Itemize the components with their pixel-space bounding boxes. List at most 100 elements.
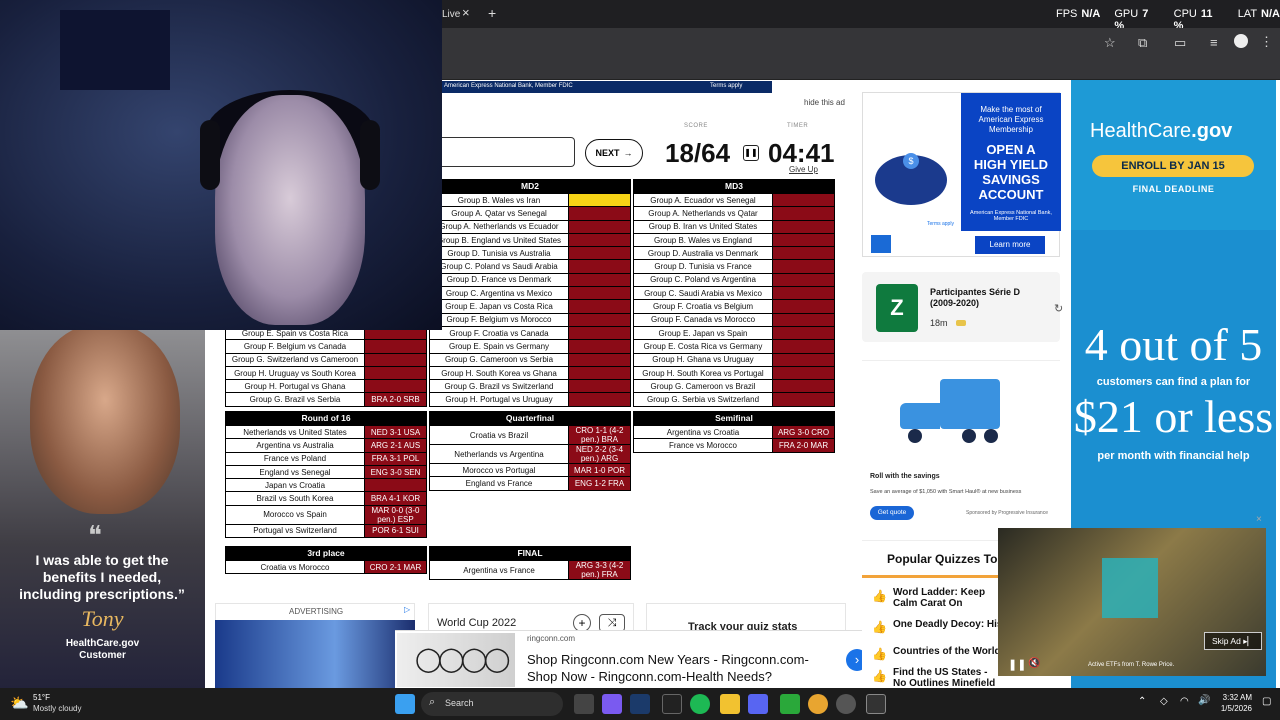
testimonial-ad[interactable]: ❝ I was able to get the benefits I neede… [0,324,205,688]
cast-icon[interactable]: ▭ [1174,35,1186,51]
serie-d-card[interactable]: Z Participantes Série D (2009-2020) 18m … [862,272,1063,342]
table-row: Group D. France vs Denmark [429,272,631,288]
answer-cell: POR 6-1 SUI [364,523,427,539]
table-row: Group C. Poland vs Argentina [633,272,835,288]
table-row: Brazil vs South Korea BRA 4-1 KOR [225,491,427,506]
refresh-icon[interactable]: ↻ [1054,302,1063,315]
top-ad-terms[interactable]: Terms apply [710,83,742,89]
thumbs-up-icon: 👍 [872,589,887,603]
hide-ad-link[interactable]: hide this ad [804,98,845,107]
serie-d-title[interactable]: Participantes Série D (2009-2020) [930,287,1040,309]
coin-icon: $ [903,153,919,169]
table-row: England vs Senegal ENG 3-0 SEN [225,464,427,480]
answer-input[interactable] [442,137,575,167]
table-row: England vs France ENG 1-2 FRA [429,476,631,491]
serie-d-logo: Z [876,284,918,332]
amex-ad[interactable]: $ Make the most of American Express Memb… [862,92,1061,257]
pause-icon[interactable]: ❚❚ [1008,658,1026,671]
steam-icon[interactable] [630,694,650,714]
table-row: Argentina vs Australia ARG 2-1 AUS [225,438,427,453]
car-ad-image[interactable] [215,620,415,688]
video-ad[interactable]: Skip Ad ▸▏ ❚❚ 🔇 Active ETFs from T. Rowe… [998,528,1266,676]
spotify-icon[interactable] [690,694,710,714]
search-icon: ⌕ [429,696,436,708]
file-explorer-icon[interactable] [720,694,740,714]
answer-cell [772,339,835,354]
final-title: FINAL [429,546,631,560]
epic-games-icon[interactable] [662,694,682,714]
new-tab-button[interactable]: + [488,5,496,21]
match-cell: Group G. Switzerland vs Cameroon [225,352,365,367]
xbox-icon[interactable] [780,694,800,714]
table-row: Group E. Spain vs Germany [429,339,631,354]
close-icon[interactable]: × [1256,514,1262,525]
popular-item[interactable]: Find the US States - No Outlines Minefie… [893,667,1001,688]
table-row: Argentina vs Croatia ARG 3-0 CRO [633,424,835,440]
popular-item[interactable]: Countries of the World [893,646,1001,657]
menu-icon[interactable]: ⋮ [1260,34,1273,50]
popular-title: Popular Quizzes To [887,552,998,566]
amex-headline: OPEN A HIGH YIELD SAVINGS ACCOUNT [973,142,1049,202]
clock-date[interactable]: 1/5/2026 [1216,704,1252,713]
match-cell: Group E. Spain vs Germany [429,339,569,354]
testimonial-quote: I was able to get the benefits I needed,… [19,552,185,602]
popular-item[interactable]: Word Ladder: Keep Calm Carat On [893,587,1001,609]
mute-icon[interactable]: 🔇 [1028,658,1040,669]
task-view-icon[interactable] [574,694,594,714]
give-up-link[interactable]: Give Up [789,165,818,174]
ringconn-headline[interactable]: Shop Ringconn.com New Years - Ringconn.c… [527,651,827,685]
answer-cell [772,365,835,381]
pause-icon[interactable]: ❚❚ [743,145,759,161]
network-icon[interactable]: ◇ [1160,696,1168,707]
healthcare-sub2: per month with financial help [1097,450,1250,462]
answer-cell [772,325,835,341]
chevron-up-icon[interactable]: ⌃ [1138,696,1146,707]
match-cell: France vs Poland [225,451,365,466]
adchoices-icon[interactable]: ▷ [404,605,410,614]
get-quote-button[interactable]: Get quote [870,506,914,520]
video-figure [1102,558,1158,618]
deadline-text: FINAL DEADLINE [1132,184,1215,194]
answer-cell [772,259,835,274]
popular-item[interactable]: One Deadly Decoy: Histo [893,619,1002,630]
md3-table: MD3 Group A. Ecuador vs Senegal Group A. … [633,179,835,407]
start-icon[interactable] [395,694,415,714]
star-icon[interactable]: ☆ [1104,35,1116,51]
learn-more-button[interactable]: Learn more [975,236,1045,254]
quiz-card-title[interactable]: World Cup 2022 [437,617,516,629]
match-cell: Group H. Portugal vs Uruguay [429,392,569,407]
answer-cell [568,286,631,301]
clock-time[interactable]: 3:32 AM [1218,693,1252,702]
progressive-ad[interactable]: Roll with the savings Save an average of… [862,360,1060,525]
chrome-icon[interactable] [808,694,828,714]
copilot-icon[interactable] [602,694,622,714]
answer-cell: BRA 4-1 KOR [364,491,427,506]
obs-icon[interactable] [836,694,856,714]
table-row: Group H. Ghana vs Uruguay [633,352,835,367]
table-row: Group G. Cameroon vs Serbia [429,352,631,367]
epic-games-icon[interactable] [866,694,886,714]
next-button[interactable]: NEXT → [585,139,643,167]
top-ad-strip[interactable]: American Express National Bank, Member F… [442,81,772,93]
match-cell: Group G. Brazil vs Serbia [225,392,365,407]
skip-ad-button[interactable]: Skip Ad ▸▏ [1204,632,1262,650]
reading-list-icon[interactable]: ≡ [1210,35,1218,50]
wifi-icon[interactable]: ◠ [1180,696,1189,707]
discord-icon[interactable] [748,694,768,714]
profile-icon[interactable] [1234,34,1248,48]
match-cell: Japan vs Croatia [225,478,365,493]
answer-cell [772,286,835,301]
ringconn-ad[interactable]: ◯◯◯◯ ringconn.com Shop Ringconn.com New … [395,629,875,688]
notifications-icon[interactable]: ▢ [1262,696,1271,707]
weather-icon[interactable]: ⛅ [10,694,29,712]
tab-title[interactable]: Live [442,9,460,20]
taskbar-search[interactable]: ⌕ Search [421,692,563,716]
answer-cell [568,365,631,381]
tab-close-icon[interactable]: × [462,5,470,20]
amex-terms[interactable]: Terms apply [927,221,954,227]
taskbar: ⛅ 51°F Mostly cloudy ⌕ Search ⌃ ◇ ◠ 🔊 3:… [0,688,1280,720]
volume-icon[interactable]: 🔊 [1198,695,1210,706]
extensions-icon[interactable]: ⧉ [1138,35,1147,51]
match-cell: Group G. Brazil vs Switzerland [429,379,569,394]
enroll-button[interactable]: ENROLL BY JAN 15 [1092,155,1254,177]
